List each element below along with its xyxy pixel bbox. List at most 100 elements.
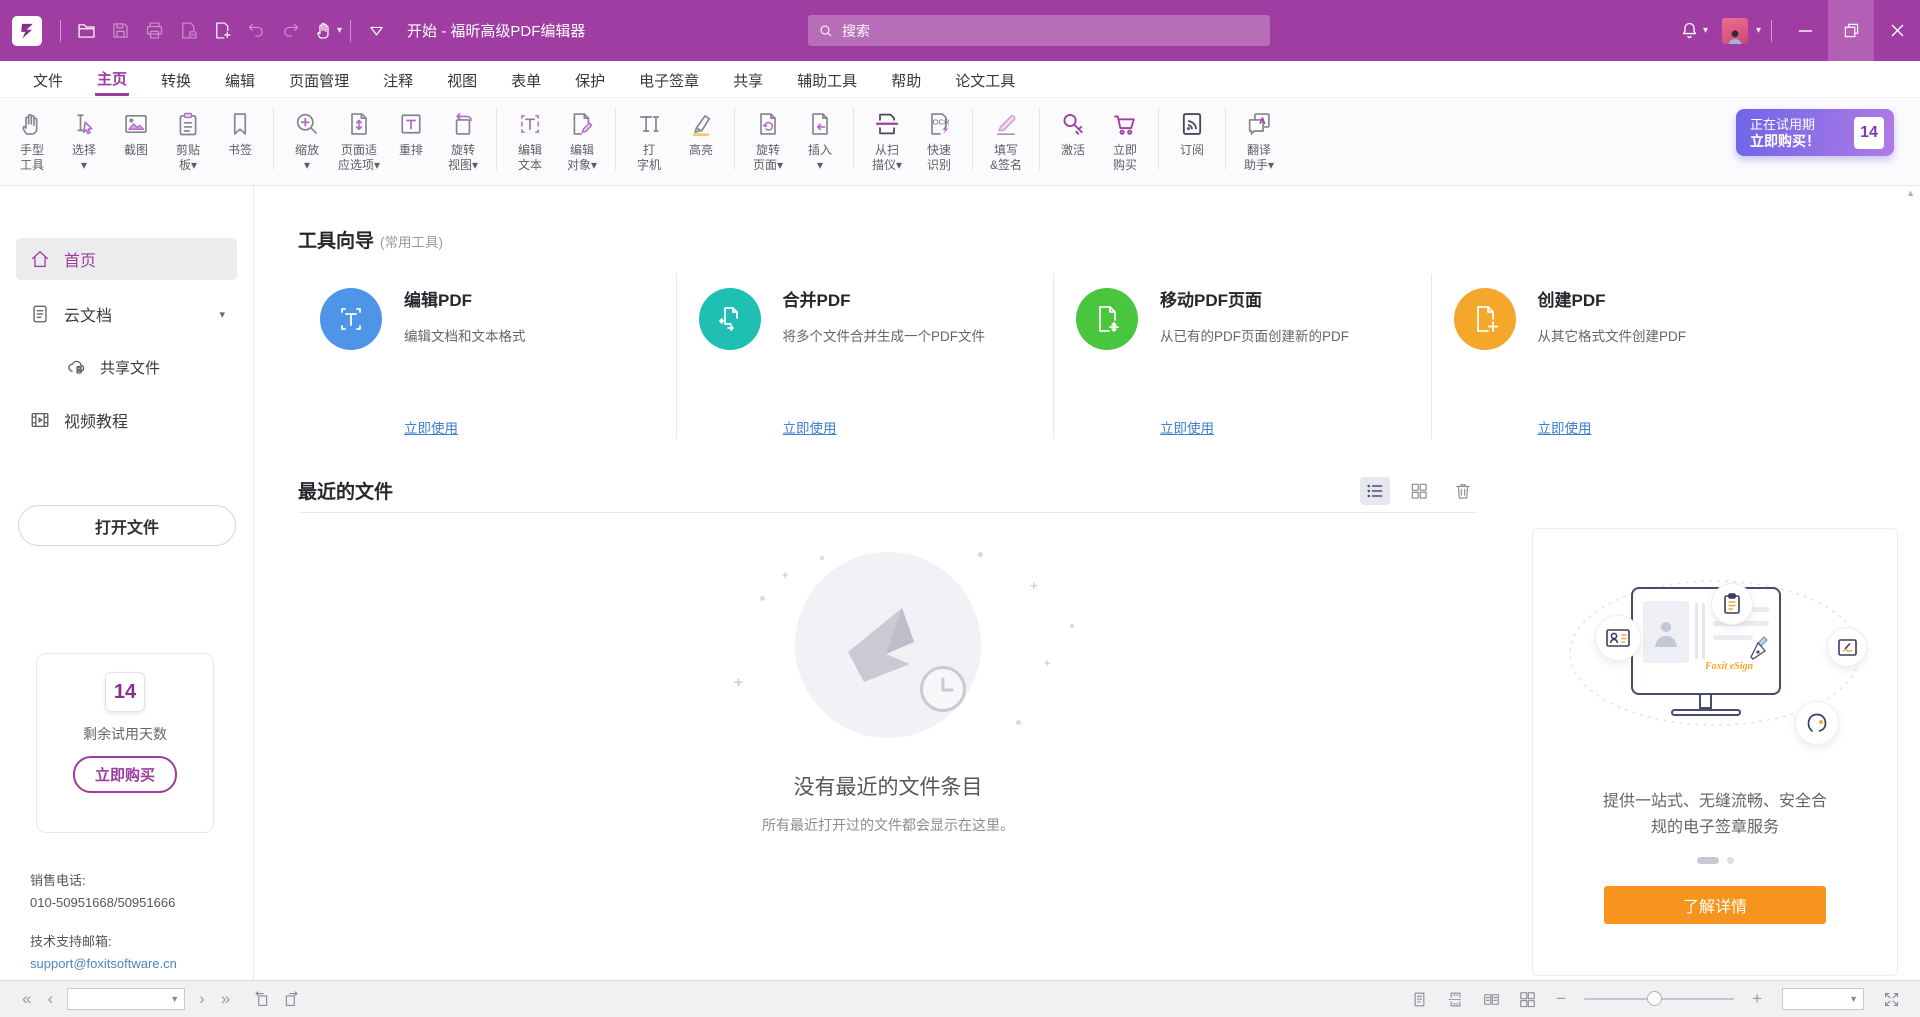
export-page-button[interactable] xyxy=(171,16,205,46)
next-view-button[interactable] xyxy=(276,986,306,1012)
merge-pdf-card[interactable]: 合并PDF 将多个文件合并生成一个PDF文件 立即使用 xyxy=(676,274,1054,439)
single-page-view-button[interactable] xyxy=(1404,986,1434,1012)
print-button[interactable] xyxy=(137,16,171,46)
learn-more-button[interactable]: 了解详情 xyxy=(1604,886,1826,924)
select-button[interactable]: 选择 ▾ xyxy=(58,106,110,173)
first-page-button[interactable]: « xyxy=(14,989,39,1009)
last-page-button[interactable]: » xyxy=(213,989,238,1009)
page-number-input[interactable] xyxy=(68,992,165,1006)
edit-text-button[interactable]: 编辑 文本 xyxy=(504,106,556,173)
fill-sign-button[interactable]: 填写 &签名 xyxy=(980,106,1032,173)
page-number-combo[interactable]: ▼ xyxy=(67,988,185,1010)
open-file-button[interactable]: 打开文件 xyxy=(18,505,236,546)
hand-tool-dropdown-caret[interactable]: ▾ xyxy=(337,25,342,36)
notifications-caret[interactable]: ▾ xyxy=(1703,25,1708,36)
highlight-button[interactable]: 高亮 xyxy=(675,106,727,158)
menu-tab-page-manage[interactable]: 页面管理 xyxy=(272,61,366,98)
open-file-button[interactable] xyxy=(69,16,103,46)
clipboard-button[interactable]: 剪贴 板▾ xyxy=(162,106,214,173)
facing-continuous-view-button[interactable] xyxy=(1512,986,1542,1012)
hand-tool-quick-button[interactable] xyxy=(307,16,341,46)
carousel-dot-active[interactable] xyxy=(1697,857,1719,864)
notifications-button[interactable] xyxy=(1673,16,1707,46)
menu-tab-paper-tools[interactable]: 论文工具 xyxy=(938,61,1032,98)
reflow-button[interactable]: 重排 xyxy=(385,106,437,158)
clear-recent-button[interactable] xyxy=(1448,477,1478,505)
use-now-link[interactable]: 立即使用 xyxy=(1538,417,1592,437)
create-pdf-card[interactable]: 创建PDF 从其它格式文件创建PDF 立即使用 xyxy=(1431,274,1809,439)
page-fit-button[interactable]: 页面适 应选项▾ xyxy=(333,106,385,173)
add-page-button[interactable] xyxy=(205,16,239,46)
menu-tab-form[interactable]: 表单 xyxy=(494,61,558,98)
next-page-button[interactable]: › xyxy=(191,989,213,1009)
translate-button[interactable]: A 翻译 助手▾ xyxy=(1233,106,1285,173)
rotate-page-button[interactable]: 旋转 页面▾ xyxy=(742,106,794,173)
menu-tab-help[interactable]: 帮助 xyxy=(874,61,938,98)
zoom-level-combo[interactable]: ▼ xyxy=(1782,988,1864,1010)
sidebar-item-home[interactable]: 首页 xyxy=(16,238,237,280)
menu-tab-home[interactable]: 主页 xyxy=(80,61,144,98)
buy-now-button[interactable]: 立即购买 xyxy=(73,756,177,793)
zoom-button[interactable]: 缩放 ▾ xyxy=(281,106,333,173)
sidebar-item-cloud-docs[interactable]: 云文档 ▾ xyxy=(16,293,237,335)
fullscreen-button[interactable] xyxy=(1876,986,1906,1012)
buy-now-button[interactable]: 立即 购买 xyxy=(1099,106,1151,173)
zoom-level-input[interactable] xyxy=(1783,992,1844,1006)
undo-button[interactable] xyxy=(239,16,273,46)
insert-page-button[interactable]: 插入 ▾ xyxy=(794,106,846,173)
chevron-down-icon[interactable]: ▼ xyxy=(1844,994,1863,1004)
typewriter-button[interactable]: 打 字机 xyxy=(623,106,675,173)
previous-view-button[interactable] xyxy=(246,986,276,1012)
bookmark-button[interactable]: 书签 xyxy=(214,106,266,158)
grid-view-button[interactable] xyxy=(1404,477,1434,505)
hand-tool-button[interactable]: 手型 工具 xyxy=(6,106,58,173)
menu-tab-esign[interactable]: 电子签章 xyxy=(622,61,716,98)
close-button[interactable] xyxy=(1874,0,1920,61)
edit-pdf-card[interactable]: 编辑PDF 编辑文档和文本格式 立即使用 xyxy=(298,274,676,439)
menu-tab-edit[interactable]: 编辑 xyxy=(208,61,272,98)
search-input[interactable] xyxy=(842,23,1260,39)
zoom-out-button[interactable]: − xyxy=(1548,989,1574,1009)
menu-tab-view[interactable]: 视图 xyxy=(430,61,494,98)
rotate-view-button[interactable]: 旋转 视图▾ xyxy=(437,106,489,173)
menu-tab-file[interactable]: 文件 xyxy=(16,61,80,98)
sidebar-item-shared-files[interactable]: 共享文件 xyxy=(52,348,237,386)
snapshot-button[interactable]: 截图 xyxy=(110,106,162,158)
use-now-link[interactable]: 立即使用 xyxy=(1160,417,1214,437)
user-avatar[interactable] xyxy=(1722,18,1748,44)
chevron-down-icon[interactable]: ▾ xyxy=(219,308,225,321)
account-caret[interactable]: ▾ xyxy=(1756,25,1761,36)
redo-button[interactable] xyxy=(273,16,307,46)
menu-tab-accessibility[interactable]: 辅助工具 xyxy=(780,61,874,98)
carousel-dot[interactable] xyxy=(1727,857,1734,864)
restore-button[interactable] xyxy=(1828,0,1874,61)
facing-view-button[interactable] xyxy=(1476,986,1506,1012)
scanner-button[interactable]: 从扫 描仪▾ xyxy=(861,106,913,173)
subscribe-button[interactable]: 订阅 xyxy=(1166,106,1218,158)
trial-banner[interactable]: 正在试用期 立即购买！ 14 xyxy=(1736,109,1894,156)
use-now-link[interactable]: 立即使用 xyxy=(783,417,837,437)
save-button[interactable] xyxy=(103,16,137,46)
sidebar-item-video-tutorials[interactable]: 视频教程 xyxy=(16,399,237,441)
menu-tab-convert[interactable]: 转换 xyxy=(144,61,208,98)
edit-object-button[interactable]: 编辑 对象▾ xyxy=(556,106,608,173)
scrollbar-up-arrow[interactable]: ▲ xyxy=(1906,188,1915,198)
menu-tab-comment[interactable]: 注释 xyxy=(366,61,430,98)
continuous-view-button[interactable] xyxy=(1440,986,1470,1012)
menu-tab-protect[interactable]: 保护 xyxy=(558,61,622,98)
activate-button[interactable]: 激活 xyxy=(1047,106,1099,158)
carousel-dots[interactable] xyxy=(1533,857,1897,864)
ocr-button[interactable]: OCR 快速 识别 xyxy=(913,106,965,173)
move-pdf-pages-card[interactable]: 移动PDF页面 从已有的PDF页面创建新的PDF 立即使用 xyxy=(1053,274,1431,439)
collapse-ribbon-button[interactable] xyxy=(359,16,393,46)
zoom-slider-thumb[interactable] xyxy=(1647,991,1662,1006)
use-now-link[interactable]: 立即使用 xyxy=(404,417,458,437)
list-view-button[interactable] xyxy=(1360,477,1390,505)
chevron-down-icon[interactable]: ▼ xyxy=(165,994,184,1004)
zoom-in-button[interactable]: + xyxy=(1744,989,1770,1009)
search-box[interactable] xyxy=(808,15,1270,46)
prev-page-button[interactable]: ‹ xyxy=(39,989,61,1009)
minimize-button[interactable] xyxy=(1782,0,1828,61)
zoom-slider[interactable] xyxy=(1584,986,1734,1012)
menu-tab-share[interactable]: 共享 xyxy=(716,61,780,98)
